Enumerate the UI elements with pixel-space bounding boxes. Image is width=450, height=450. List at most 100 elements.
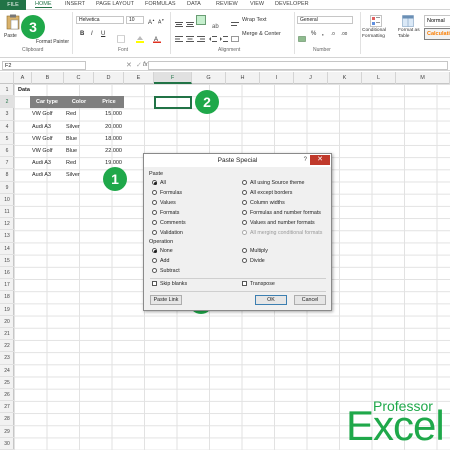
row-header[interactable]: 2	[0, 96, 14, 109]
paste-icon[interactable]	[6, 14, 20, 30]
bold-button[interactable]: B	[80, 30, 84, 38]
tab-developer[interactable]: DEVELOPER	[275, 1, 309, 7]
option-all[interactable]: All	[152, 178, 166, 188]
row-header[interactable]: 1	[0, 84, 14, 97]
cancel-button[interactable]: Cancel	[294, 295, 326, 305]
table-cell[interactable]: Blue	[64, 133, 94, 145]
column-header-b[interactable]: B	[32, 72, 64, 84]
paste-label[interactable]: Paste	[4, 32, 17, 40]
close-icon[interactable]: ✕	[310, 155, 330, 165]
merge-center-button[interactable]: Merge & Center	[242, 30, 281, 38]
row-header[interactable]: 29	[0, 426, 14, 438]
row-header[interactable]: 26	[0, 389, 14, 402]
row-header[interactable]: 16	[0, 267, 14, 280]
increase-decimal-icon[interactable]: .0	[331, 30, 335, 38]
cancel-icon[interactable]: ✕	[126, 61, 132, 70]
ok-button[interactable]: OK	[255, 295, 287, 305]
decrease-indent-icon[interactable]	[209, 30, 217, 42]
table-cell[interactable]: Red	[64, 157, 94, 169]
wrap-text-icon[interactable]	[231, 16, 239, 26]
row-header[interactable]: 15	[0, 255, 14, 267]
option-multiply[interactable]: Multiply	[242, 246, 268, 256]
row-header[interactable]: 14	[0, 243, 14, 255]
column-header-j[interactable]: J	[294, 72, 328, 84]
option-column-widths[interactable]: Column widths	[242, 198, 285, 208]
row-header[interactable]: 6	[0, 145, 14, 158]
style-calculation[interactable]: Calculatio	[424, 28, 450, 40]
align-left-icon[interactable]	[175, 30, 183, 42]
help-icon[interactable]: ?	[304, 154, 307, 167]
option-divide[interactable]: Divide	[242, 256, 265, 266]
font-size-combo[interactable]: 10	[126, 16, 144, 24]
option-none[interactable]: None	[152, 246, 173, 256]
font-name-combo[interactable]: Helvetica	[76, 16, 124, 24]
column-header-h[interactable]: H	[226, 72, 260, 84]
option-all-except-borders[interactable]: All except borders	[242, 188, 292, 198]
conditional-formatting-button[interactable]: Conditional Formatting	[362, 28, 396, 40]
table-cell[interactable]: 20.000	[94, 121, 124, 133]
option-subtract[interactable]: Subtract	[152, 266, 180, 276]
tab-page-layout[interactable]: PAGE LAYOUT	[96, 1, 134, 7]
formula-input[interactable]	[148, 61, 448, 70]
conditional-formatting-icon[interactable]	[370, 14, 382, 27]
row-header[interactable]: 17	[0, 279, 14, 292]
header-price[interactable]: Price	[94, 96, 124, 109]
format-as-table-icon[interactable]	[402, 14, 414, 27]
fill-color-icon[interactable]	[136, 30, 144, 43]
table-cell[interactable]: Audi A3	[30, 157, 64, 169]
column-header-a[interactable]: A	[14, 72, 32, 84]
style-normal[interactable]: Normal	[424, 15, 450, 27]
table-cell[interactable]: Blue	[64, 145, 94, 157]
row-header[interactable]: 4	[0, 121, 14, 133]
option-values[interactable]: Values	[152, 198, 176, 208]
row-header[interactable]: 22	[0, 340, 14, 353]
row-header[interactable]: 30	[0, 438, 14, 450]
row-header[interactable]: 9	[0, 182, 14, 194]
italic-button[interactable]: I	[91, 30, 93, 38]
option-formulas-number-formats[interactable]: Formulas and number formats	[242, 208, 321, 218]
row-header[interactable]: 24	[0, 365, 14, 377]
grow-font-icon[interactable]: A▲	[148, 16, 155, 27]
tab-formulas[interactable]: FORMULAS	[145, 1, 176, 7]
table-cell[interactable]: VW Golf	[30, 133, 64, 145]
selected-cell-f2[interactable]	[154, 96, 192, 109]
tab-view[interactable]: VIEW	[250, 1, 264, 7]
header-car-type[interactable]: Car type	[30, 96, 64, 109]
column-header-m[interactable]: M	[396, 72, 450, 84]
row-header[interactable]: 8	[0, 169, 14, 182]
row-header[interactable]: 5	[0, 133, 14, 145]
align-top-icon[interactable]	[175, 16, 183, 27]
tab-review[interactable]: REVIEW	[216, 1, 238, 7]
column-header-f[interactable]: F	[154, 72, 192, 84]
format-painter-button[interactable]: Format Painter	[36, 38, 69, 46]
table-cell[interactable]: Red	[64, 108, 94, 120]
tab-insert[interactable]: INSERT	[65, 1, 85, 7]
row-header[interactable]: 11	[0, 206, 14, 219]
comma-button[interactable]: ,	[322, 30, 324, 38]
table-cell[interactable]: 18.000	[94, 133, 124, 145]
option-validation[interactable]: Validation	[152, 228, 183, 238]
tab-data[interactable]: DATA	[187, 1, 201, 7]
option-all-merging-conditional-formats[interactable]: All merging conditional formats	[242, 228, 322, 238]
table-cell[interactable]: Audi A3	[30, 121, 64, 133]
skip-blanks-checkbox[interactable]: Skip blanks	[152, 279, 187, 289]
align-right-icon[interactable]	[197, 30, 205, 42]
wrap-text-button[interactable]: Wrap Text	[242, 16, 267, 24]
percent-button[interactable]: %	[311, 30, 316, 38]
orientation-icon[interactable]: ab	[212, 16, 220, 30]
currency-icon[interactable]	[298, 30, 306, 42]
row-header[interactable]: 25	[0, 377, 14, 389]
row-header[interactable]: 21	[0, 328, 14, 341]
column-header-i[interactable]: I	[260, 72, 294, 84]
option-comments[interactable]: Comments	[152, 218, 186, 228]
tab-home[interactable]: HOME	[35, 1, 52, 8]
tab-file[interactable]: FILE	[0, 0, 26, 10]
header-color[interactable]: Color	[64, 96, 94, 109]
table-cell[interactable]: Silver	[64, 121, 94, 133]
paste-link-button[interactable]: Paste Link	[150, 295, 182, 305]
column-header-g[interactable]: G	[192, 72, 226, 84]
column-header-d[interactable]: D	[94, 72, 124, 84]
name-box[interactable]: F2	[2, 61, 86, 70]
row-header[interactable]: 20	[0, 316, 14, 328]
row-header[interactable]: 3	[0, 108, 14, 121]
